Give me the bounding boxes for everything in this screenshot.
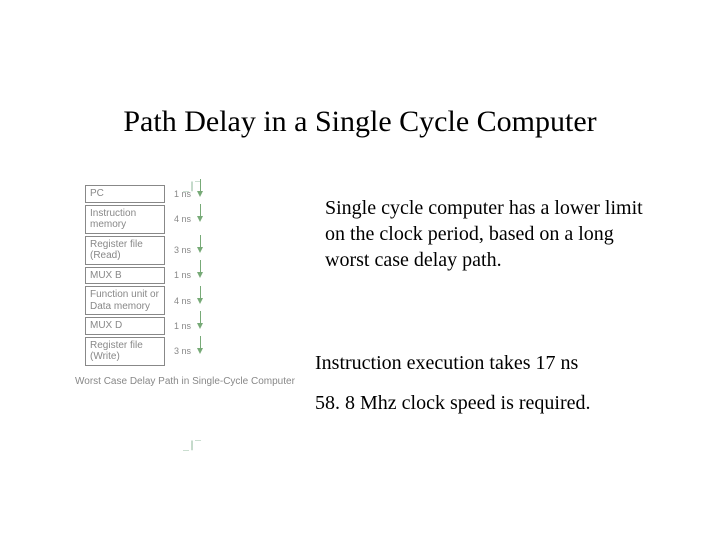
stage-block-muxd: MUX D [85, 317, 165, 335]
page-title: Path Delay in a Single Cycle Computer [0, 105, 720, 139]
arrow-down-icon [197, 247, 203, 253]
stage-row: Register file (Read) 3 ns [85, 236, 295, 265]
arrow-down-icon [197, 216, 203, 222]
stage-row: Instruction memory 4 ns [85, 205, 295, 234]
arrow-down-icon [197, 323, 203, 329]
stage-delay: 4 ns [165, 214, 193, 224]
stage-row: MUX B 1 ns [85, 267, 295, 285]
stage-row: Function unit or Data memory 4 ns [85, 286, 295, 315]
arrow-down-icon [197, 298, 203, 304]
clock-edge-icon: _|‾ [183, 440, 201, 451]
paragraph-intro: Single cycle computer has a lower limit … [325, 195, 650, 273]
stage-row: MUX D 1 ns [85, 317, 295, 335]
paragraph-exec-time: Instruction execution takes 17 ns [315, 350, 655, 376]
stage-block-imem: Instruction memory [85, 205, 165, 234]
arrow-down-icon [197, 348, 203, 354]
stage-block-fu: Function unit or Data memory [85, 286, 165, 315]
diagram-caption: Worst Case Delay Path in Single-Cycle Co… [75, 376, 295, 387]
delay-path-diagram: _|‾ PC 1 ns Instruction memory 4 ns Regi… [85, 185, 295, 387]
paragraph-clock-speed: 58. 8 Mhz clock speed is required. [315, 390, 675, 416]
arrow-down-icon [197, 272, 203, 278]
stage-delay: 3 ns [165, 245, 193, 255]
stage-row: Register file (Write) 3 ns [85, 337, 295, 366]
stage-block-pc: PC [85, 185, 165, 203]
arrow-down-icon [197, 191, 203, 197]
stage-block-regwrite: Register file (Write) [85, 337, 165, 366]
stage-delay: 4 ns [165, 296, 193, 306]
stage-block-muxb: MUX B [85, 267, 165, 285]
stage-delay: 3 ns [165, 346, 193, 356]
stage-block-regread: Register file (Read) [85, 236, 165, 265]
stage-delay: 1 ns [165, 270, 193, 280]
stage-delay: 1 ns [165, 321, 193, 331]
